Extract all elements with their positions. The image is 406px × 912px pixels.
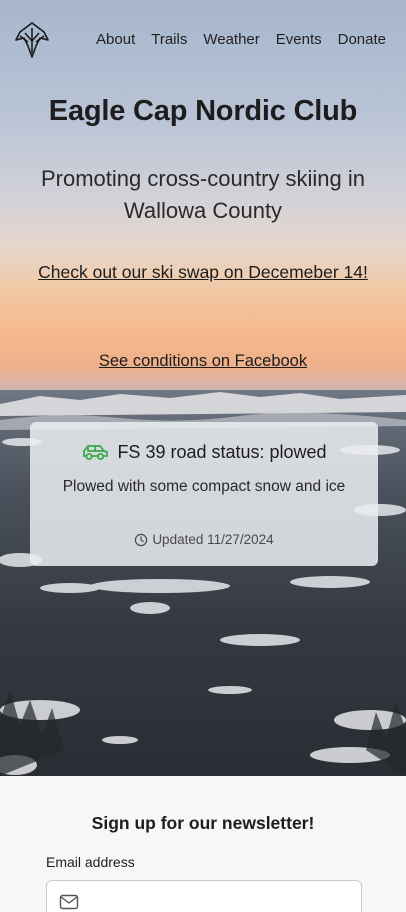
newsletter-section: Sign up for our newsletter! Email addres… [0,776,406,912]
ski-swap-link[interactable]: Check out our ski swap on Decemeber 14! [0,262,406,283]
page-title: Eagle Cap Nordic Club [48,95,358,127]
mail-icon [59,894,79,910]
clock-icon [135,533,148,546]
email-field-wrapper [46,880,362,912]
facebook-conditions-link[interactable]: See conditions on Facebook [0,352,406,371]
top-navigation: About Trails Weather Events Donate [0,0,406,80]
email-input[interactable] [89,881,349,912]
email-label: Email address [46,854,135,870]
car-icon [83,445,109,460]
road-status-updated: Updated 11/27/2024 [30,532,378,547]
road-status-description: Plowed with some compact snow and ice [62,478,346,495]
road-status-card: FS 39 road status: plowed Plowed with so… [30,422,378,566]
newsletter-title: Sign up for our newsletter! [91,813,315,833]
nav-link-donate[interactable]: Donate [338,31,386,49]
nav-link-weather[interactable]: Weather [203,31,259,49]
eagle-logo-icon[interactable] [12,20,52,60]
nav-link-trails[interactable]: Trails [151,31,187,49]
nav-link-about[interactable]: About [96,31,135,49]
updated-date: Updated 11/27/2024 [152,532,274,547]
nav-links: About Trails Weather Events Donate [80,31,386,49]
road-status-title: FS 39 road status: plowed [117,441,327,462]
page-subtitle: Promoting cross-country skiing in Wallow… [40,166,365,223]
road-status-header: FS 39 road status: plowed [30,441,378,463]
nav-link-events[interactable]: Events [276,31,322,49]
